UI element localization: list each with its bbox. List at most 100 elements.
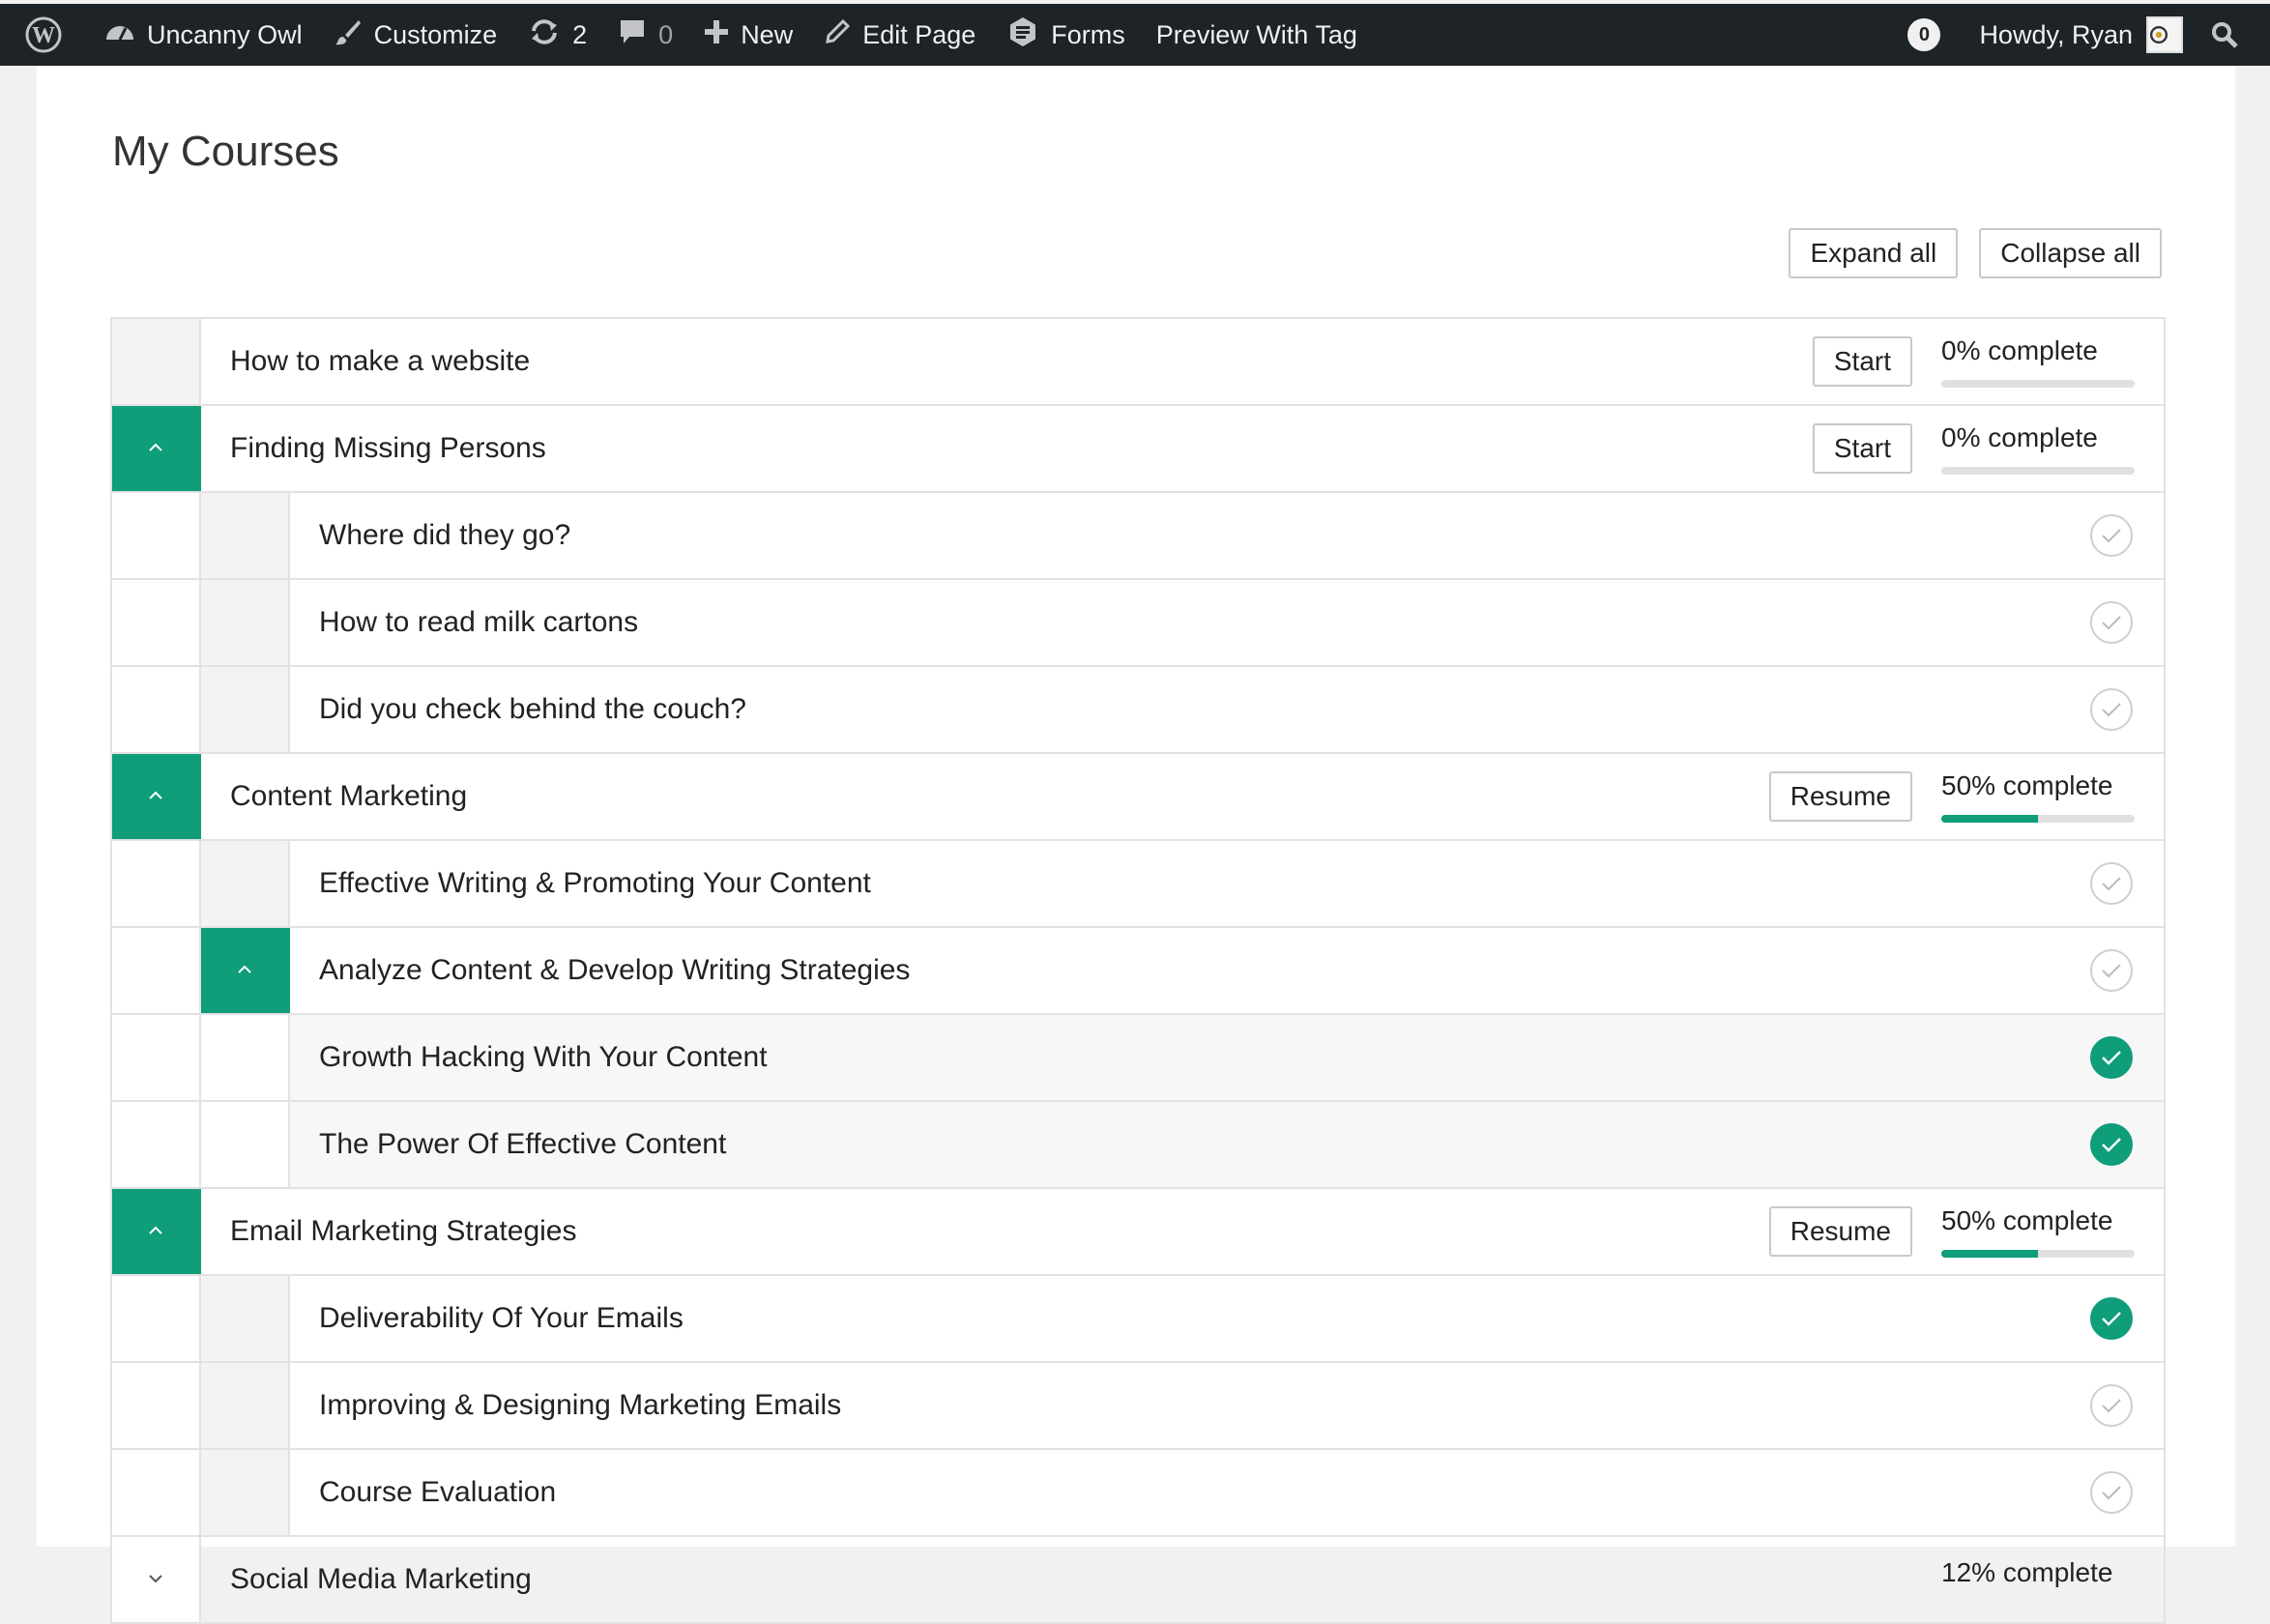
lesson-toggle[interactable] bbox=[201, 580, 290, 665]
lesson-title[interactable]: Did you check behind the couch? bbox=[319, 693, 2090, 726]
expand-all-button[interactable]: Expand all bbox=[1789, 228, 1959, 278]
check-icon bbox=[2090, 514, 2133, 557]
check-icon bbox=[2090, 601, 2133, 644]
chevron-up-icon bbox=[148, 440, 163, 457]
progress-bar bbox=[1941, 467, 2135, 475]
progress-bar bbox=[1941, 1250, 2135, 1258]
customize-label: Customize bbox=[373, 19, 498, 49]
site-name-label: Uncanny Owl bbox=[147, 19, 303, 49]
progress-label: 50% complete bbox=[1941, 1205, 2113, 1235]
progress-label: 12% complete bbox=[1941, 1557, 2113, 1587]
collapse-toggle[interactable] bbox=[201, 928, 290, 1013]
lesson-row: Effective Writing & Promoting Your Conte… bbox=[112, 841, 2164, 928]
updates-menu[interactable]: 2 bbox=[512, 4, 602, 66]
howdy-label: Howdy, Ryan bbox=[1979, 19, 2133, 49]
course-title[interactable]: Email Marketing Strategies bbox=[230, 1215, 1769, 1248]
collapse-toggle[interactable] bbox=[112, 406, 201, 491]
pencil-icon bbox=[824, 18, 862, 52]
course-list: How to make a website Start 0% complete … bbox=[110, 317, 2166, 1624]
lesson-title[interactable]: Where did they go? bbox=[319, 519, 2090, 552]
preview-label: Preview With Tag bbox=[1155, 19, 1357, 49]
start-button[interactable]: Start bbox=[1812, 423, 1912, 474]
course-row: Email Marketing Strategies Resume 50% co… bbox=[112, 1189, 2164, 1276]
edit-page-link[interactable]: Edit Page bbox=[808, 4, 991, 66]
check-icon bbox=[2090, 862, 2133, 905]
check-icon bbox=[2090, 1123, 2133, 1166]
chevron-up-icon bbox=[148, 788, 163, 805]
check-icon bbox=[2090, 1471, 2133, 1514]
progress-bar bbox=[1941, 380, 2135, 388]
chevron-down-icon bbox=[148, 1571, 163, 1588]
check-icon bbox=[2090, 688, 2133, 731]
topic-row: Growth Hacking With Your Content bbox=[112, 1015, 2164, 1102]
topic-title[interactable]: The Power Of Effective Content bbox=[319, 1128, 2090, 1161]
course-title[interactable]: Social Media Marketing bbox=[230, 1563, 1912, 1596]
lesson-toggle[interactable] bbox=[201, 1450, 290, 1535]
resume-button[interactable]: Resume bbox=[1768, 771, 1912, 822]
plus-icon bbox=[704, 19, 741, 51]
lesson-title[interactable]: Effective Writing & Promoting Your Conte… bbox=[319, 867, 2090, 900]
avatar bbox=[2146, 16, 2183, 53]
progress-label: 0% complete bbox=[1941, 335, 2098, 365]
edit-page-label: Edit Page bbox=[862, 19, 976, 49]
lesson-toggle[interactable] bbox=[201, 841, 290, 926]
topic-title[interactable]: Growth Hacking With Your Content bbox=[319, 1041, 2090, 1074]
collapse-all-button[interactable]: Collapse all bbox=[1979, 228, 2162, 278]
lesson-toggle[interactable] bbox=[201, 1276, 290, 1361]
progress-fill bbox=[1941, 815, 2038, 823]
forms-menu[interactable]: Forms bbox=[991, 4, 1141, 66]
comment-bubble-icon bbox=[618, 17, 658, 53]
dashboard-icon bbox=[104, 18, 147, 52]
lesson-row: Analyze Content & Develop Writing Strate… bbox=[112, 928, 2164, 1015]
lesson-title[interactable]: Analyze Content & Develop Writing Strate… bbox=[319, 954, 2090, 987]
updates-icon bbox=[528, 17, 572, 53]
course-progress: 50% complete bbox=[1941, 1205, 2135, 1258]
lesson-row: Improving & Designing Marketing Emails bbox=[112, 1363, 2164, 1450]
lesson-title[interactable]: Deliverability Of Your Emails bbox=[319, 1302, 2090, 1335]
course-progress: 12% complete bbox=[1941, 1557, 2135, 1602]
lesson-row: Course Evaluation bbox=[112, 1450, 2164, 1537]
site-name-menu[interactable]: Uncanny Owl bbox=[89, 4, 318, 66]
lesson-row: Where did they go? bbox=[112, 493, 2164, 580]
customize-menu[interactable]: Customize bbox=[318, 4, 513, 66]
course-progress: 0% complete bbox=[1941, 422, 2135, 475]
expand-toggle[interactable] bbox=[112, 1537, 201, 1622]
course-title[interactable]: Finding Missing Persons bbox=[230, 432, 1813, 465]
lesson-toggle[interactable] bbox=[201, 493, 290, 578]
start-button[interactable]: Start bbox=[1812, 336, 1912, 387]
my-account-menu[interactable]: Howdy, Ryan bbox=[1964, 4, 2189, 66]
lesson-row: Deliverability Of Your Emails bbox=[112, 1276, 2164, 1363]
collapse-toggle[interactable] bbox=[112, 754, 201, 839]
course-toggle[interactable] bbox=[112, 319, 201, 404]
course-progress: 50% complete bbox=[1941, 770, 2135, 823]
forms-label: Forms bbox=[1051, 19, 1125, 49]
course-progress: 0% complete bbox=[1941, 335, 2135, 388]
lesson-toggle[interactable] bbox=[201, 667, 290, 752]
new-label: New bbox=[741, 19, 794, 49]
preview-with-tag-link[interactable]: Preview With Tag bbox=[1141, 4, 1373, 66]
lesson-title[interactable]: How to read milk cartons bbox=[319, 606, 2090, 639]
resume-button[interactable]: Resume bbox=[1768, 1206, 1912, 1257]
check-icon bbox=[2090, 1297, 2133, 1340]
comments-count: 0 bbox=[658, 19, 674, 49]
comments-menu[interactable]: 0 bbox=[602, 4, 688, 66]
course-row: Finding Missing Persons Start 0% complet… bbox=[112, 406, 2164, 493]
collapse-toggle[interactable] bbox=[112, 1189, 201, 1274]
wordpress-logo-icon[interactable]: W bbox=[10, 4, 89, 66]
page-content: My Courses Expand all Collapse all How t… bbox=[37, 66, 2235, 1624]
topic-row: The Power Of Effective Content bbox=[112, 1102, 2164, 1189]
search-icon[interactable] bbox=[2189, 4, 2251, 66]
new-content-menu[interactable]: New bbox=[688, 4, 808, 66]
admin-bar: W Uncanny Owl Customize 2 0 New Edit Pag… bbox=[0, 4, 2270, 66]
course-title[interactable]: How to make a website bbox=[230, 345, 1813, 378]
lesson-title[interactable]: Improving & Designing Marketing Emails bbox=[319, 1389, 2090, 1422]
lesson-title[interactable]: Course Evaluation bbox=[319, 1476, 2090, 1509]
lesson-toggle[interactable] bbox=[201, 1363, 290, 1448]
course-title[interactable]: Content Marketing bbox=[230, 780, 1769, 813]
notifications-badge[interactable]: 0 bbox=[1907, 18, 1941, 51]
forms-icon bbox=[1006, 15, 1051, 55]
page-title: My Courses bbox=[112, 128, 339, 175]
progress-label: 0% complete bbox=[1941, 422, 2098, 452]
chevron-up-icon bbox=[148, 1223, 163, 1240]
course-row: How to make a website Start 0% complete bbox=[112, 319, 2164, 406]
